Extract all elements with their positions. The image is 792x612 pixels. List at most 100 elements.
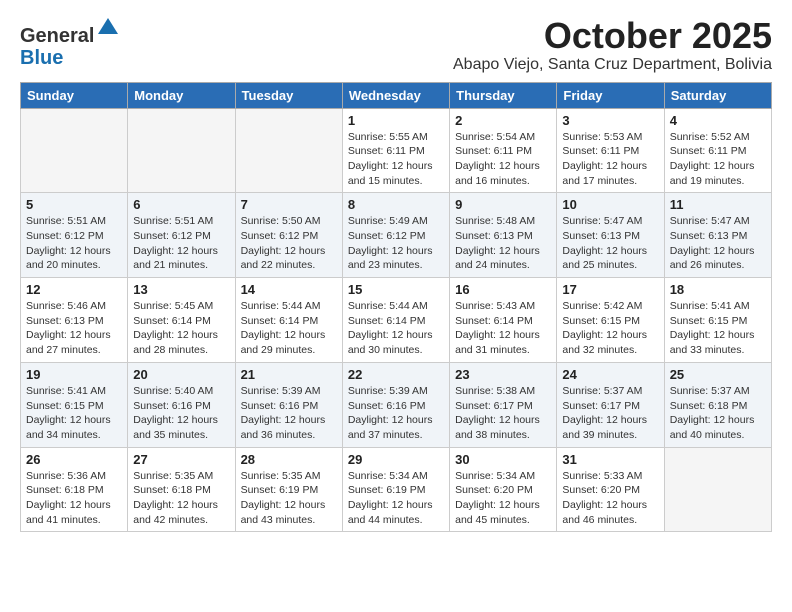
day-number: 22 xyxy=(348,367,444,382)
day-info: Sunrise: 5:35 AM Sunset: 6:19 PM Dayligh… xyxy=(241,469,337,528)
day-number: 5 xyxy=(26,197,122,212)
month-title: October 2025 xyxy=(453,16,772,56)
day-info: Sunrise: 5:47 AM Sunset: 6:13 PM Dayligh… xyxy=(670,214,766,273)
day-info: Sunrise: 5:34 AM Sunset: 6:19 PM Dayligh… xyxy=(348,469,444,528)
col-friday: Friday xyxy=(557,82,664,108)
table-row: 31 Sunrise: 5:33 AM Sunset: 6:20 PM Dayli… xyxy=(557,447,664,532)
day-info: Sunrise: 5:51 AM Sunset: 6:12 PM Dayligh… xyxy=(26,214,122,273)
table-row xyxy=(235,108,342,193)
day-number: 17 xyxy=(562,282,658,297)
table-row: 24 Sunrise: 5:37 AM Sunset: 6:17 PM Dayli… xyxy=(557,362,664,447)
day-number: 13 xyxy=(133,282,229,297)
calendar-row: 12Sunrise: 5:46 AM Sunset: 6:13 PM Dayli… xyxy=(21,278,772,363)
day-info: Sunrise: 5:37 AM Sunset: 6:17 PM Dayligh… xyxy=(562,384,658,443)
day-number: 20 xyxy=(133,367,229,382)
table-row xyxy=(664,447,771,532)
col-wednesday: Wednesday xyxy=(342,82,449,108)
day-info: Sunrise: 5:33 AM Sunset: 6:20 PM Dayligh… xyxy=(562,469,658,528)
col-tuesday: Tuesday xyxy=(235,82,342,108)
table-row: 20 Sunrise: 5:40 AM Sunset: 6:16 PM Dayli… xyxy=(128,362,235,447)
day-info: Sunrise: 5:51 AM Sunset: 6:12 PM Dayligh… xyxy=(133,214,229,273)
day-info: Sunrise: 5:46 AM Sunset: 6:13 PM Dayligh… xyxy=(26,299,122,358)
day-number: 18 xyxy=(670,282,766,297)
table-row: 22 Sunrise: 5:39 AM Sunset: 6:16 PM Dayli… xyxy=(342,362,449,447)
table-row: 14 Sunrise: 5:44 AM Sunset: 6:14 PM Dayli… xyxy=(235,278,342,363)
table-row xyxy=(21,108,128,193)
day-number: 23 xyxy=(455,367,551,382)
table-row: 21Sunrise: 5:39 AM Sunset: 6:16 PM Dayli… xyxy=(235,362,342,447)
table-row: 8Sunrise: 5:49 AM Sunset: 6:12 PM Daylig… xyxy=(342,193,449,278)
day-info: Sunrise: 5:42 AM Sunset: 6:15 PM Dayligh… xyxy=(562,299,658,358)
day-info: Sunrise: 5:36 AM Sunset: 6:18 PM Dayligh… xyxy=(26,469,122,528)
day-info: Sunrise: 5:39 AM Sunset: 6:16 PM Dayligh… xyxy=(241,384,337,443)
table-row: 17 Sunrise: 5:42 AM Sunset: 6:15 PM Dayli… xyxy=(557,278,664,363)
table-row: 12Sunrise: 5:46 AM Sunset: 6:13 PM Dayli… xyxy=(21,278,128,363)
day-number: 31 xyxy=(562,452,658,467)
table-row: 23 Sunrise: 5:38 AM Sunset: 6:17 PM Dayli… xyxy=(450,362,557,447)
day-number: 29 xyxy=(348,452,444,467)
day-number: 2 xyxy=(455,113,551,128)
col-monday: Monday xyxy=(128,82,235,108)
table-row: 19 Sunrise: 5:41 AM Sunset: 6:15 PM Dayli… xyxy=(21,362,128,447)
table-row: 25Sunrise: 5:37 AM Sunset: 6:18 PM Dayli… xyxy=(664,362,771,447)
day-info: Sunrise: 5:44 AM Sunset: 6:14 PM Dayligh… xyxy=(348,299,444,358)
table-row: 15 Sunrise: 5:44 AM Sunset: 6:14 PM Dayli… xyxy=(342,278,449,363)
day-info: Sunrise: 5:50 AM Sunset: 6:12 PM Dayligh… xyxy=(241,214,337,273)
day-info: Sunrise: 5:34 AM Sunset: 6:20 PM Dayligh… xyxy=(455,469,551,528)
day-info: Sunrise: 5:54 AM Sunset: 6:11 PM Dayligh… xyxy=(455,130,551,189)
day-number: 4 xyxy=(670,113,766,128)
day-number: 10 xyxy=(562,197,658,212)
header: General Blue October 2025 Abapo Viejo, S… xyxy=(20,16,772,74)
logo-icon xyxy=(96,16,120,40)
day-info: Sunrise: 5:41 AM Sunset: 6:15 PM Dayligh… xyxy=(26,384,122,443)
table-row: 2 Sunrise: 5:54 AM Sunset: 6:11 PM Daylig… xyxy=(450,108,557,193)
day-info: Sunrise: 5:44 AM Sunset: 6:14 PM Dayligh… xyxy=(241,299,337,358)
table-row: 7 Sunrise: 5:50 AM Sunset: 6:12 PM Daylig… xyxy=(235,193,342,278)
day-info: Sunrise: 5:40 AM Sunset: 6:16 PM Dayligh… xyxy=(133,384,229,443)
day-number: 6 xyxy=(133,197,229,212)
table-row: 28Sunrise: 5:35 AM Sunset: 6:19 PM Dayli… xyxy=(235,447,342,532)
calendar-row: 1Sunrise: 5:55 AM Sunset: 6:11 PM Daylig… xyxy=(21,108,772,193)
day-info: Sunrise: 5:53 AM Sunset: 6:11 PM Dayligh… xyxy=(562,130,658,189)
day-number: 15 xyxy=(348,282,444,297)
day-info: Sunrise: 5:38 AM Sunset: 6:17 PM Dayligh… xyxy=(455,384,551,443)
day-info: Sunrise: 5:47 AM Sunset: 6:13 PM Dayligh… xyxy=(562,214,658,273)
col-sunday: Sunday xyxy=(21,82,128,108)
calendar-header-row: Sunday Monday Tuesday Wednesday Thursday… xyxy=(21,82,772,108)
table-row: 5 Sunrise: 5:51 AM Sunset: 6:12 PM Daylig… xyxy=(21,193,128,278)
day-number: 3 xyxy=(562,113,658,128)
logo-general: General Blue xyxy=(20,25,120,69)
day-number: 7 xyxy=(241,197,337,212)
day-number: 30 xyxy=(455,452,551,467)
table-row: 18 Sunrise: 5:41 AM Sunset: 6:15 PM Dayli… xyxy=(664,278,771,363)
day-number: 24 xyxy=(562,367,658,382)
calendar-row: 5 Sunrise: 5:51 AM Sunset: 6:12 PM Daylig… xyxy=(21,193,772,278)
day-info: Sunrise: 5:55 AM Sunset: 6:11 PM Dayligh… xyxy=(348,130,444,189)
table-row: 26Sunrise: 5:36 AM Sunset: 6:18 PM Dayli… xyxy=(21,447,128,532)
page: General Blue October 2025 Abapo Viejo, S… xyxy=(0,0,792,548)
day-number: 9 xyxy=(455,197,551,212)
table-row: 1Sunrise: 5:55 AM Sunset: 6:11 PM Daylig… xyxy=(342,108,449,193)
day-number: 27 xyxy=(133,452,229,467)
table-row: 6 Sunrise: 5:51 AM Sunset: 6:12 PM Daylig… xyxy=(128,193,235,278)
col-thursday: Thursday xyxy=(450,82,557,108)
day-info: Sunrise: 5:49 AM Sunset: 6:12 PM Dayligh… xyxy=(348,214,444,273)
day-info: Sunrise: 5:41 AM Sunset: 6:15 PM Dayligh… xyxy=(670,299,766,358)
day-info: Sunrise: 5:45 AM Sunset: 6:14 PM Dayligh… xyxy=(133,299,229,358)
calendar-table: Sunday Monday Tuesday Wednesday Thursday… xyxy=(20,82,772,533)
day-info: Sunrise: 5:39 AM Sunset: 6:16 PM Dayligh… xyxy=(348,384,444,443)
table-row: 29 Sunrise: 5:34 AM Sunset: 6:19 PM Dayli… xyxy=(342,447,449,532)
day-info: Sunrise: 5:48 AM Sunset: 6:13 PM Dayligh… xyxy=(455,214,551,273)
day-number: 14 xyxy=(241,282,337,297)
table-row: 3 Sunrise: 5:53 AM Sunset: 6:11 PM Daylig… xyxy=(557,108,664,193)
table-row: 4Sunrise: 5:52 AM Sunset: 6:11 PM Daylig… xyxy=(664,108,771,193)
table-row: 16Sunrise: 5:43 AM Sunset: 6:14 PM Dayli… xyxy=(450,278,557,363)
table-row xyxy=(128,108,235,193)
day-info: Sunrise: 5:35 AM Sunset: 6:18 PM Dayligh… xyxy=(133,469,229,528)
day-info: Sunrise: 5:37 AM Sunset: 6:18 PM Dayligh… xyxy=(670,384,766,443)
logo: General Blue xyxy=(20,16,120,69)
table-row: 13 Sunrise: 5:45 AM Sunset: 6:14 PM Dayli… xyxy=(128,278,235,363)
day-number: 16 xyxy=(455,282,551,297)
table-row: 10 Sunrise: 5:47 AM Sunset: 6:13 PM Dayli… xyxy=(557,193,664,278)
day-number: 19 xyxy=(26,367,122,382)
